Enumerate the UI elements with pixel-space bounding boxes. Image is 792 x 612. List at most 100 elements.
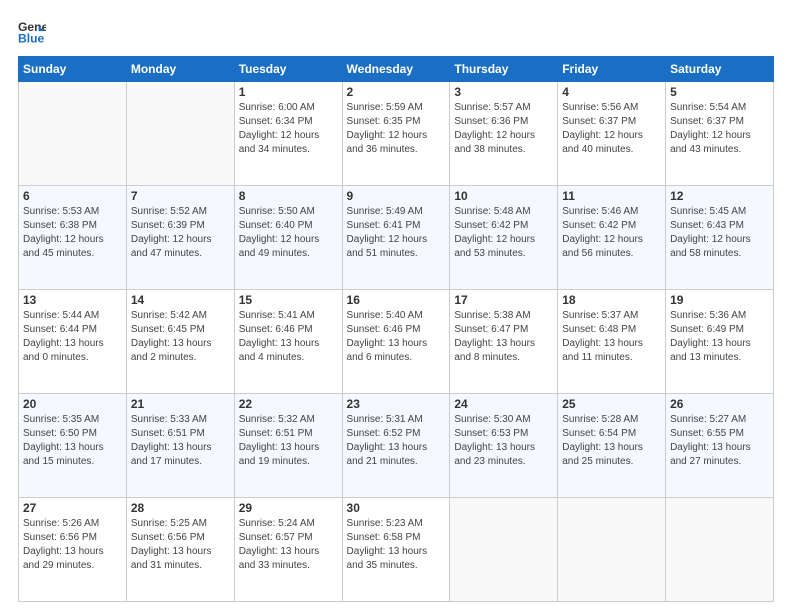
header: General Blue — [18, 18, 774, 46]
calendar-cell: 30Sunrise: 5:23 AMSunset: 6:58 PMDayligh… — [342, 498, 450, 602]
day-info: Sunrise: 5:33 AMSunset: 6:51 PMDaylight:… — [131, 413, 230, 469]
day-number: 17 — [454, 293, 553, 307]
calendar-cell: 12 Sunrise: 5:45 AMSunset: 6:43 PMDayligh… — [666, 186, 774, 290]
calendar-cell: 17 Sunrise: 5:38 AMSunset: 6:47 PMDayligh… — [450, 290, 558, 394]
calendar-body: 1 Sunrise: 6:00 AMSunset: 6:34 PMDaylight… — [19, 82, 774, 602]
calendar-cell: 5 Sunrise: 5:54 AMSunset: 6:37 PMDaylight… — [666, 82, 774, 186]
day-info: Sunrise: 5:35 AMSunset: 6:50 PMDaylight:… — [23, 413, 122, 469]
calendar-cell: 26 Sunrise: 5:27 AMSunset: 6:55 PMDayligh… — [666, 394, 774, 498]
calendar-cell: 9 Sunrise: 5:49 AMSunset: 6:41 PMDaylight… — [342, 186, 450, 290]
weekday-header-row: SundayMondayTuesdayWednesdayThursdayFrid… — [19, 57, 774, 82]
calendar-week-2: 6Sunrise: 5:53 AMSunset: 6:38 PMDaylight… — [19, 186, 774, 290]
day-info: Sunrise: 5:41 AMSunset: 6:46 PMDaylight:… — [239, 309, 338, 365]
day-info: Sunrise: 5:27 AMSunset: 6:55 PMDaylight:… — [670, 413, 769, 469]
day-info: Sunrise: 5:45 AMSunset: 6:43 PMDaylight:… — [670, 205, 769, 261]
day-number: 20 — [23, 397, 122, 411]
day-number: 13 — [23, 293, 122, 307]
calendar-header: SundayMondayTuesdayWednesdayThursdayFrid… — [19, 57, 774, 82]
day-info: Sunrise: 5:52 AMSunset: 6:39 PMDaylight:… — [131, 205, 230, 261]
calendar-cell: 3 Sunrise: 5:57 AMSunset: 6:36 PMDaylight… — [450, 82, 558, 186]
logo-icon: General Blue — [18, 18, 46, 46]
day-number: 7 — [131, 189, 230, 203]
day-number: 14 — [131, 293, 230, 307]
day-number: 26 — [670, 397, 769, 411]
weekday-header-saturday: Saturday — [666, 57, 774, 82]
calendar-cell: 23 Sunrise: 5:31 AMSunset: 6:52 PMDayligh… — [342, 394, 450, 498]
day-info: Sunrise: 5:49 AMSunset: 6:41 PMDaylight:… — [347, 205, 446, 261]
calendar-cell — [666, 498, 774, 602]
day-info: Sunrise: 5:56 AMSunset: 6:37 PMDaylight:… — [562, 101, 661, 157]
calendar-cell: 25 Sunrise: 5:28 AMSunset: 6:54 PMDayligh… — [558, 394, 666, 498]
weekday-header-tuesday: Tuesday — [234, 57, 342, 82]
day-number: 3 — [454, 85, 553, 99]
calendar-cell: 16Sunrise: 5:40 AMSunset: 6:46 PMDayligh… — [342, 290, 450, 394]
calendar-cell — [558, 498, 666, 602]
day-info: Sunrise: 6:00 AMSunset: 6:34 PMDaylight:… — [239, 101, 338, 157]
day-number: 15 — [239, 293, 338, 307]
calendar-cell: 2 Sunrise: 5:59 AMSunset: 6:35 PMDaylight… — [342, 82, 450, 186]
day-info: Sunrise: 5:32 AMSunset: 6:51 PMDaylight:… — [239, 413, 338, 469]
calendar-cell: 15 Sunrise: 5:41 AMSunset: 6:46 PMDayligh… — [234, 290, 342, 394]
weekday-header-friday: Friday — [558, 57, 666, 82]
day-number: 11 — [562, 189, 661, 203]
calendar-cell: 27Sunrise: 5:26 AMSunset: 6:56 PMDayligh… — [19, 498, 127, 602]
day-info: Sunrise: 5:48 AMSunset: 6:42 PMDaylight:… — [454, 205, 553, 261]
calendar-cell: 7 Sunrise: 5:52 AMSunset: 6:39 PMDaylight… — [126, 186, 234, 290]
day-number: 10 — [454, 189, 553, 203]
calendar-cell: 8 Sunrise: 5:50 AMSunset: 6:40 PMDaylight… — [234, 186, 342, 290]
calendar-cell — [450, 498, 558, 602]
calendar-week-4: 20 Sunrise: 5:35 AMSunset: 6:50 PMDayligh… — [19, 394, 774, 498]
calendar-cell: 18Sunrise: 5:37 AMSunset: 6:48 PMDayligh… — [558, 290, 666, 394]
calendar-cell — [19, 82, 127, 186]
calendar-cell: 4 Sunrise: 5:56 AMSunset: 6:37 PMDaylight… — [558, 82, 666, 186]
calendar-cell: 13 Sunrise: 5:44 AMSunset: 6:44 PMDayligh… — [19, 290, 127, 394]
day-number: 5 — [670, 85, 769, 99]
day-info: Sunrise: 5:23 AMSunset: 6:58 PMDaylight:… — [347, 517, 446, 573]
day-info: Sunrise: 5:26 AMSunset: 6:56 PMDaylight:… — [23, 517, 122, 573]
day-info: Sunrise: 5:50 AMSunset: 6:40 PMDaylight:… — [239, 205, 338, 261]
day-number: 19 — [670, 293, 769, 307]
calendar-cell — [126, 82, 234, 186]
day-info: Sunrise: 5:30 AMSunset: 6:53 PMDaylight:… — [454, 413, 553, 469]
day-info: Sunrise: 5:28 AMSunset: 6:54 PMDaylight:… — [562, 413, 661, 469]
day-info: Sunrise: 5:36 AMSunset: 6:49 PMDaylight:… — [670, 309, 769, 365]
calendar-cell: 1 Sunrise: 6:00 AMSunset: 6:34 PMDaylight… — [234, 82, 342, 186]
day-info: Sunrise: 5:25 AMSunset: 6:56 PMDaylight:… — [131, 517, 230, 573]
day-number: 29 — [239, 501, 338, 515]
day-number: 23 — [347, 397, 446, 411]
day-number: 25 — [562, 397, 661, 411]
day-number: 1 — [239, 85, 338, 99]
weekday-header-sunday: Sunday — [19, 57, 127, 82]
day-info: Sunrise: 5:54 AMSunset: 6:37 PMDaylight:… — [670, 101, 769, 157]
calendar-week-1: 1 Sunrise: 6:00 AMSunset: 6:34 PMDaylight… — [19, 82, 774, 186]
day-info: Sunrise: 5:38 AMSunset: 6:47 PMDaylight:… — [454, 309, 553, 365]
calendar-cell: 21Sunrise: 5:33 AMSunset: 6:51 PMDayligh… — [126, 394, 234, 498]
day-info: Sunrise: 5:59 AMSunset: 6:35 PMDaylight:… — [347, 101, 446, 157]
day-number: 9 — [347, 189, 446, 203]
calendar-table: SundayMondayTuesdayWednesdayThursdayFrid… — [18, 56, 774, 602]
calendar-cell: 20 Sunrise: 5:35 AMSunset: 6:50 PMDayligh… — [19, 394, 127, 498]
svg-text:Blue: Blue — [18, 31, 45, 45]
day-info: Sunrise: 5:24 AMSunset: 6:57 PMDaylight:… — [239, 517, 338, 573]
calendar-cell: 19 Sunrise: 5:36 AMSunset: 6:49 PMDayligh… — [666, 290, 774, 394]
calendar-cell: 14 Sunrise: 5:42 AMSunset: 6:45 PMDayligh… — [126, 290, 234, 394]
day-number: 22 — [239, 397, 338, 411]
day-info: Sunrise: 5:42 AMSunset: 6:45 PMDaylight:… — [131, 309, 230, 365]
calendar-week-5: 27Sunrise: 5:26 AMSunset: 6:56 PMDayligh… — [19, 498, 774, 602]
day-number: 28 — [131, 501, 230, 515]
day-number: 8 — [239, 189, 338, 203]
day-number: 2 — [347, 85, 446, 99]
day-number: 12 — [670, 189, 769, 203]
logo: General Blue — [18, 18, 46, 46]
weekday-header-thursday: Thursday — [450, 57, 558, 82]
calendar-cell: 29 Sunrise: 5:24 AMSunset: 6:57 PMDayligh… — [234, 498, 342, 602]
day-info: Sunrise: 5:44 AMSunset: 6:44 PMDaylight:… — [23, 309, 122, 365]
day-info: Sunrise: 5:57 AMSunset: 6:36 PMDaylight:… — [454, 101, 553, 157]
weekday-header-wednesday: Wednesday — [342, 57, 450, 82]
day-number: 4 — [562, 85, 661, 99]
calendar-cell: 10 Sunrise: 5:48 AMSunset: 6:42 PMDayligh… — [450, 186, 558, 290]
calendar-cell: 24Sunrise: 5:30 AMSunset: 6:53 PMDayligh… — [450, 394, 558, 498]
day-info: Sunrise: 5:46 AMSunset: 6:42 PMDaylight:… — [562, 205, 661, 261]
day-info: Sunrise: 5:31 AMSunset: 6:52 PMDaylight:… — [347, 413, 446, 469]
calendar-week-3: 13 Sunrise: 5:44 AMSunset: 6:44 PMDayligh… — [19, 290, 774, 394]
